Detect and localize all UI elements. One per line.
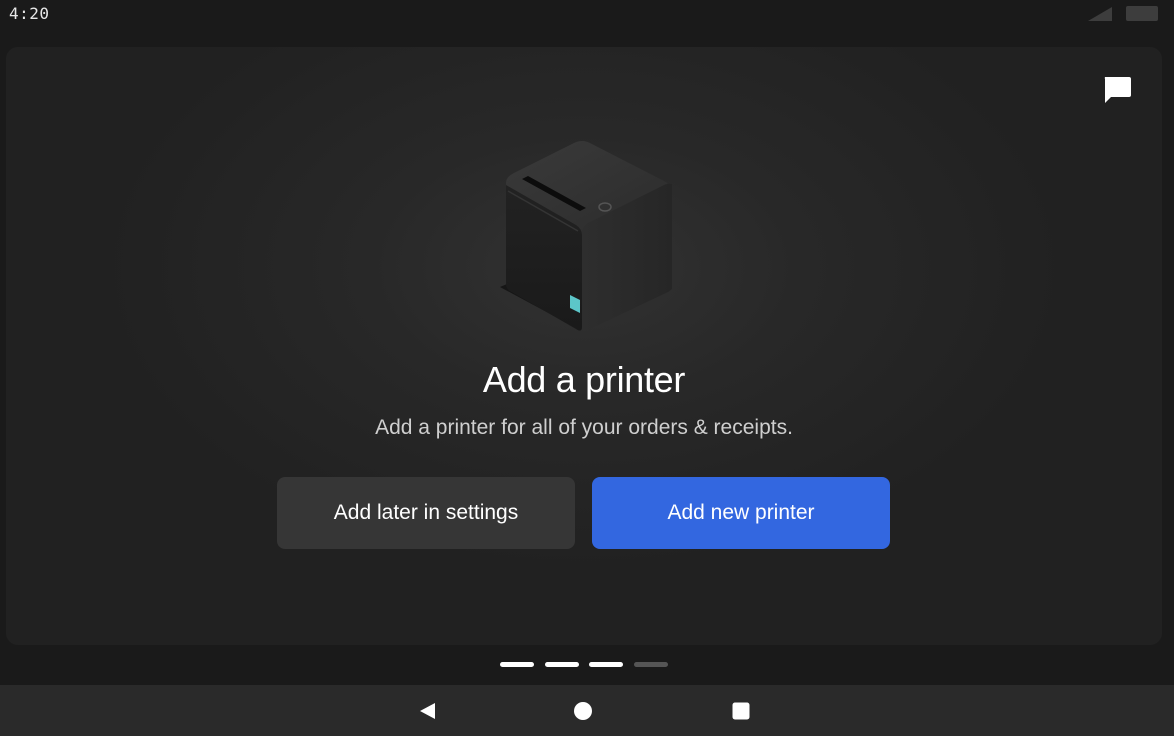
recents-icon xyxy=(732,702,750,720)
back-button[interactable] xyxy=(414,698,440,724)
page-title: Add a printer xyxy=(482,359,686,400)
chat-bubble-icon xyxy=(1104,77,1131,103)
signal-icon xyxy=(1088,7,1112,21)
page-subtitle: Add a printer for all of your orders & r… xyxy=(375,416,793,439)
pager-step-3 xyxy=(589,662,623,667)
status-time: 4:20 xyxy=(9,4,50,23)
onboarding-card: Add a printer Add a printer for all of y… xyxy=(6,47,1162,645)
home-icon xyxy=(574,702,592,720)
back-icon xyxy=(420,703,435,719)
pager-step-2 xyxy=(545,662,579,667)
pager-step-4 xyxy=(634,662,668,667)
chat-button[interactable] xyxy=(1097,70,1137,110)
receipt-printer-illustration xyxy=(500,141,672,331)
status-bar: 4:20 xyxy=(0,0,1174,28)
battery-icon xyxy=(1126,6,1158,21)
pagination-indicator xyxy=(500,662,670,668)
add-new-printer-button[interactable]: Add new printer xyxy=(592,477,890,549)
recents-button[interactable] xyxy=(728,698,754,724)
navigation-bar xyxy=(0,685,1174,736)
add-later-button[interactable]: Add later in settings xyxy=(277,477,575,549)
home-button[interactable] xyxy=(570,698,596,724)
pager-step-1 xyxy=(500,662,534,667)
